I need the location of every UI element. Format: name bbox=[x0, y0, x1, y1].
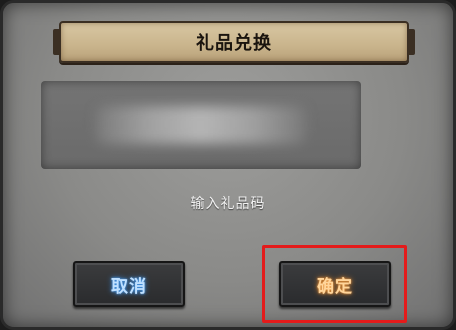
gift-redeem-dialog: 礼品兑换 输入礼品码 取消 确定 bbox=[0, 0, 456, 330]
dialog-title: 礼品兑换 bbox=[196, 33, 272, 54]
gift-code-placeholder: 输入礼品码 bbox=[190, 196, 266, 212]
cancel-button[interactable]: 取消 bbox=[73, 261, 185, 307]
blurred-gift-code-value bbox=[96, 106, 306, 144]
confirm-button[interactable]: 确定 bbox=[279, 261, 391, 307]
dialog-header: 礼品兑换 bbox=[53, 21, 415, 63]
gift-code-input[interactable] bbox=[41, 81, 361, 169]
